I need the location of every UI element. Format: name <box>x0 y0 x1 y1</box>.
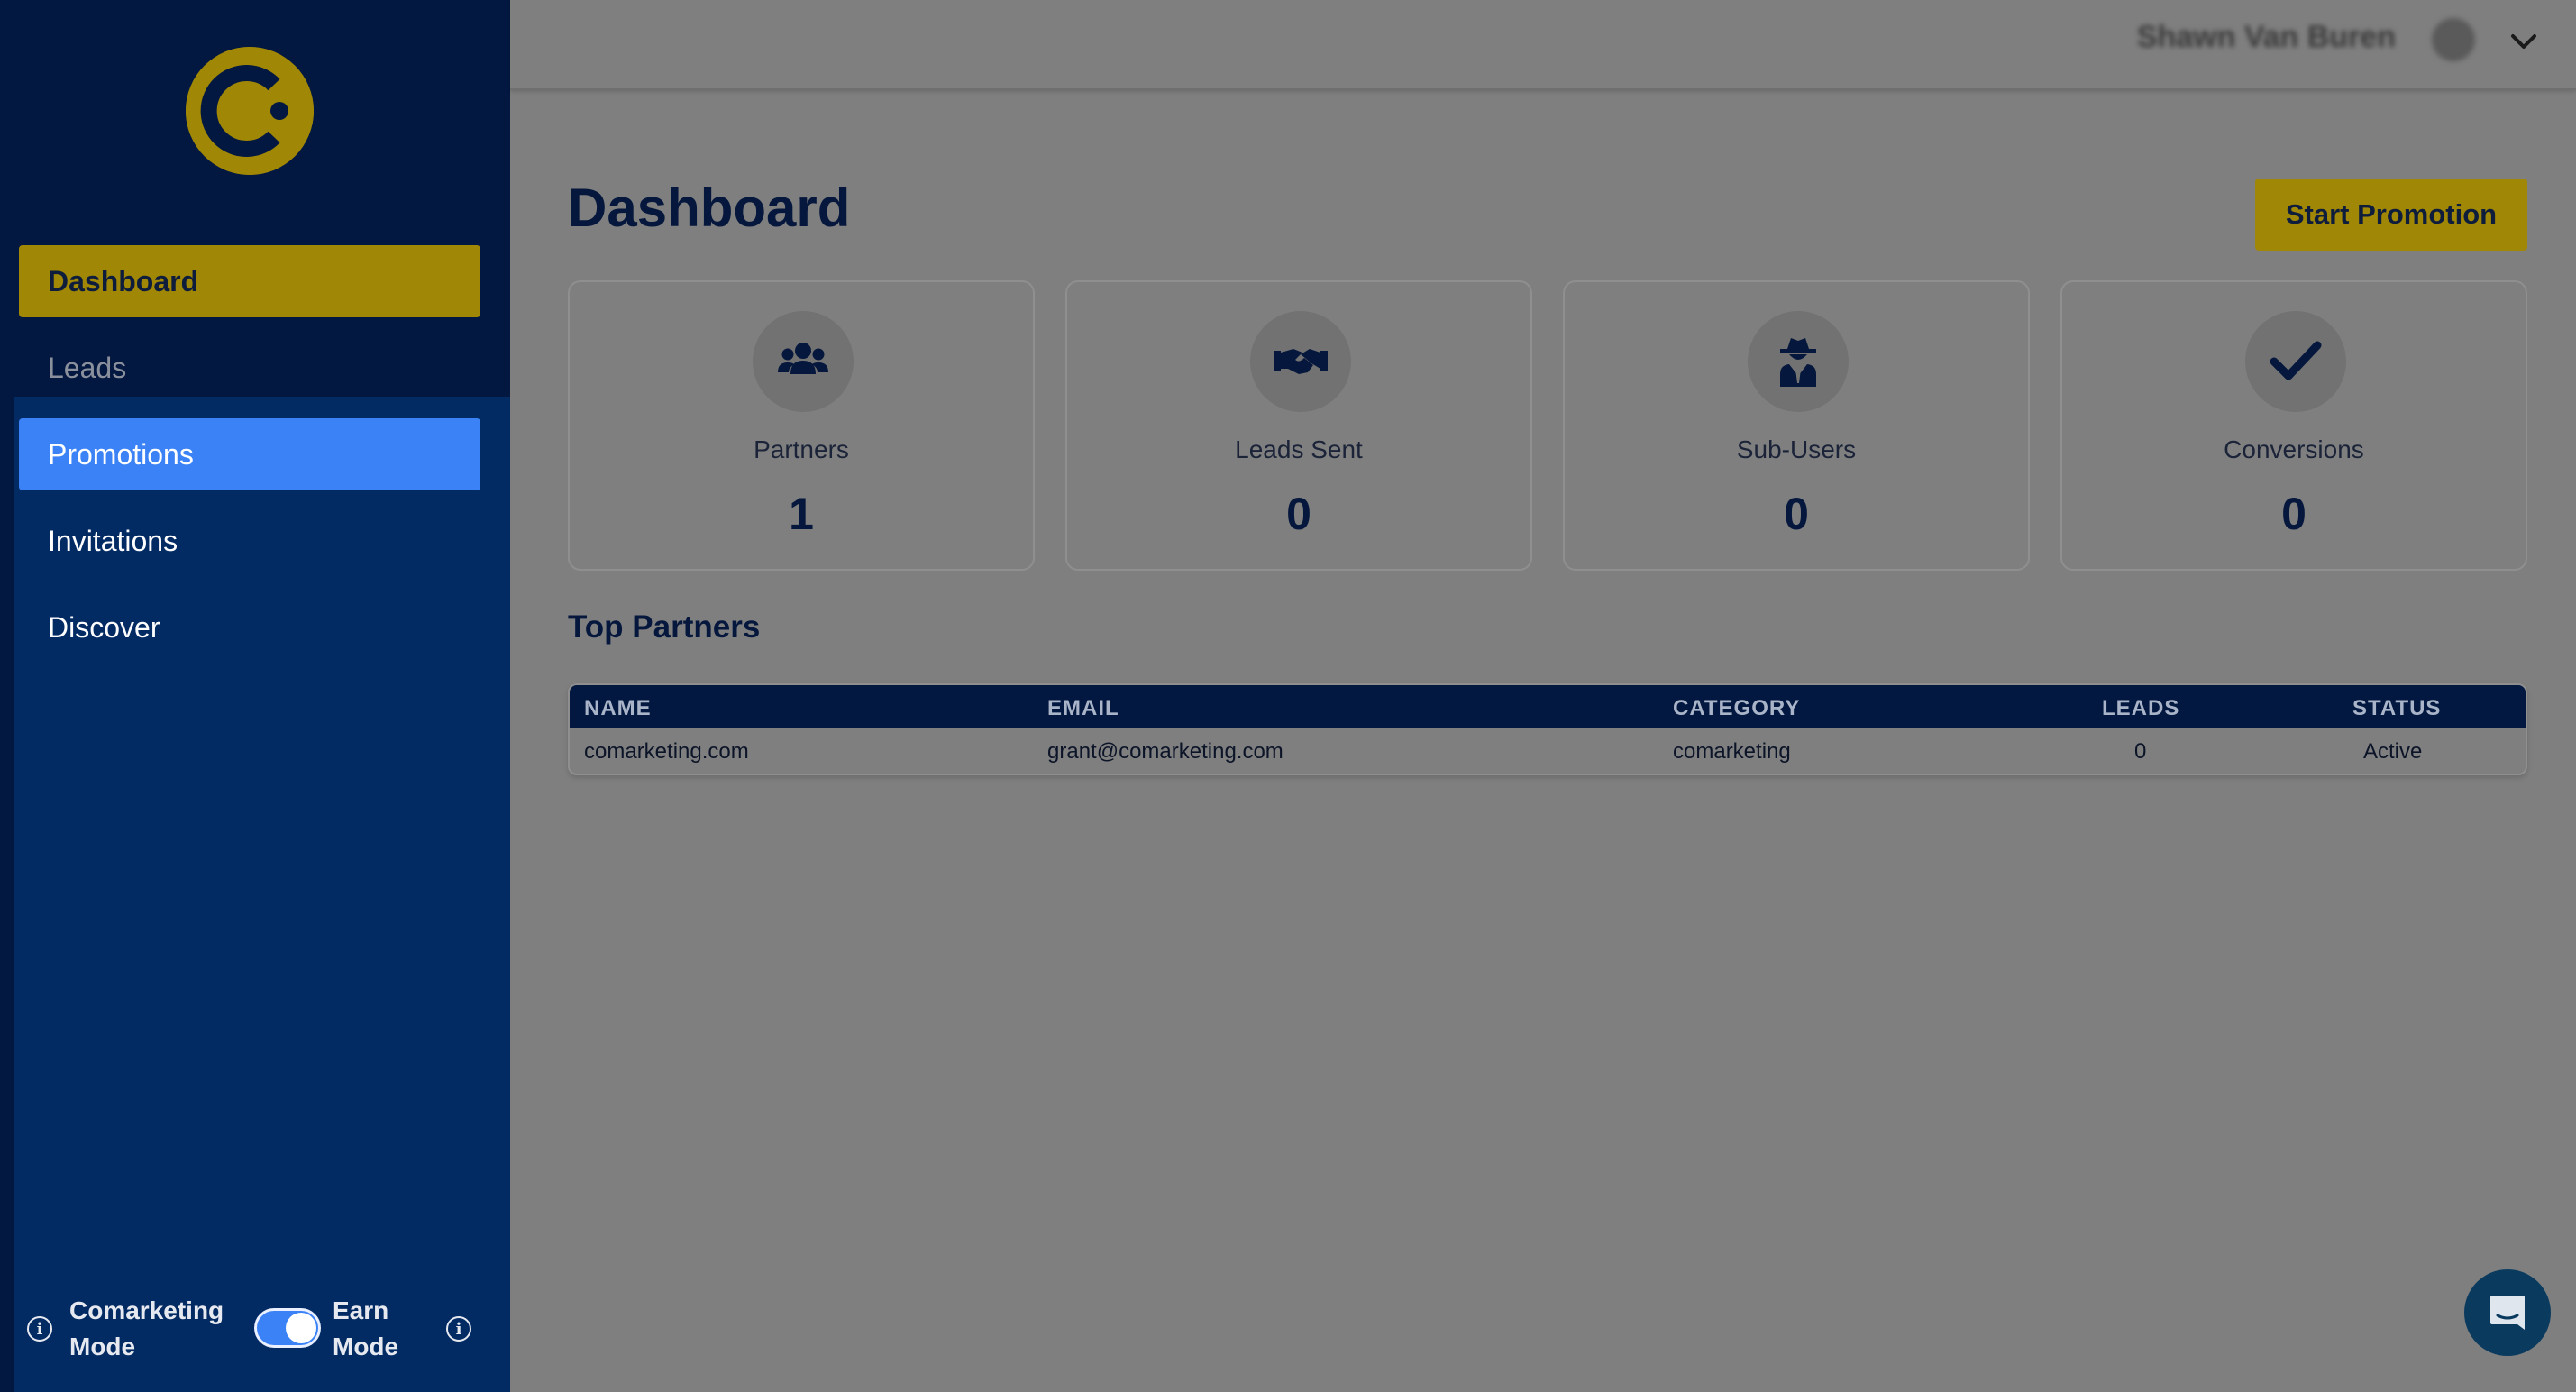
sidebar-item-label: Invitations <box>48 524 178 557</box>
stat-card-leads-sent: Leads Sent 0 <box>1065 280 1532 571</box>
sidebar-item-dashboard[interactable]: Dashboard <box>19 245 480 317</box>
top-partners-title: Top Partners <box>568 609 761 645</box>
stat-value: 0 <box>1784 489 1809 539</box>
column-header-name[interactable]: NAME <box>584 696 652 721</box>
info-icon[interactable]: i <box>27 1316 52 1342</box>
mode-label-line: Mode <box>333 1332 399 1360</box>
user-name[interactable]: Shawn Van Buren <box>2137 20 2396 55</box>
mode-label-line: Mode <box>69 1332 136 1360</box>
comarketing-mode-label: Comarketing Mode <box>69 1293 224 1365</box>
top-bar: Shawn Van Buren <box>510 0 2576 90</box>
page-title: Dashboard <box>568 178 851 238</box>
user-secret-icon <box>1748 311 1849 412</box>
cell-leads: 0 <box>2134 739 2147 764</box>
top-partners-table: NAME EMAIL CATEGORY LEADS STATUS comarke… <box>568 683 2527 775</box>
cell-email: grant@comarketing.com <box>1047 739 1283 764</box>
sidebar-item-label: Leads <box>48 351 127 384</box>
cell-category: comarketing <box>1673 739 1791 764</box>
stat-label: Sub-Users <box>1736 435 1857 463</box>
table-header: NAME EMAIL CATEGORY LEADS STATUS <box>570 685 2526 728</box>
stat-value: 0 <box>2281 489 2307 539</box>
sidebar-item-label: Promotions <box>48 437 194 471</box>
stat-value: 0 <box>1286 489 1311 539</box>
sidebar-panel: Promotions Invitations Discover <box>14 397 510 1392</box>
stat-value: 1 <box>789 489 814 539</box>
column-header-category[interactable]: CATEGORY <box>1673 696 1800 721</box>
info-icon[interactable]: i <box>446 1316 471 1342</box>
toggle-knob <box>286 1313 316 1343</box>
chat-launcher-button[interactable] <box>2464 1269 2551 1356</box>
earn-mode-label: Earn Mode <box>333 1293 398 1365</box>
handshake-icon <box>1250 311 1351 412</box>
check-icon <box>2245 311 2346 412</box>
start-promotion-button[interactable]: Start Promotion <box>2255 179 2527 251</box>
stat-label: Conversions <box>2224 435 2364 463</box>
table-row[interactable]: comarketing.com grant@comarketing.com co… <box>570 728 2526 774</box>
mode-toggle[interactable] <box>254 1308 321 1348</box>
column-header-leads[interactable]: LEADS <box>2102 696 2179 721</box>
chat-icon <box>2490 1296 2525 1330</box>
cell-name: comarketing.com <box>584 739 749 764</box>
column-header-status[interactable]: STATUS <box>2352 696 2441 721</box>
mode-label-line: Comarketing <box>69 1296 224 1324</box>
mode-label-line: Earn <box>333 1296 389 1324</box>
stat-label: Leads Sent <box>1235 435 1363 463</box>
sidebar-item-invitations[interactable]: Invitations <box>19 505 480 577</box>
sidebar-item-label: Dashboard <box>48 264 199 298</box>
logo[interactable] <box>186 47 314 175</box>
avatar[interactable] <box>2432 18 2475 61</box>
stat-card-conversions: Conversions 0 <box>2060 280 2527 571</box>
sidebar-item-leads[interactable]: Leads <box>19 332 480 404</box>
cell-status: Active <box>2363 739 2423 764</box>
sidebar-item-discover[interactable]: Discover <box>19 591 480 664</box>
sidebar-item-promotions[interactable]: Promotions <box>19 418 480 490</box>
sidebar-item-label: Discover <box>48 610 160 644</box>
stat-label: Partners <box>754 435 849 463</box>
stat-card-partners: Partners 1 <box>568 280 1035 571</box>
users-icon <box>753 311 854 412</box>
column-header-email[interactable]: EMAIL <box>1047 696 1119 721</box>
stat-card-sub-users: Sub-Users 0 <box>1563 280 2030 571</box>
logo-icon <box>186 47 314 175</box>
chevron-down-icon[interactable] <box>2506 23 2542 60</box>
mode-switcher: i Comarketing Mode Earn Mode i <box>14 1280 510 1379</box>
